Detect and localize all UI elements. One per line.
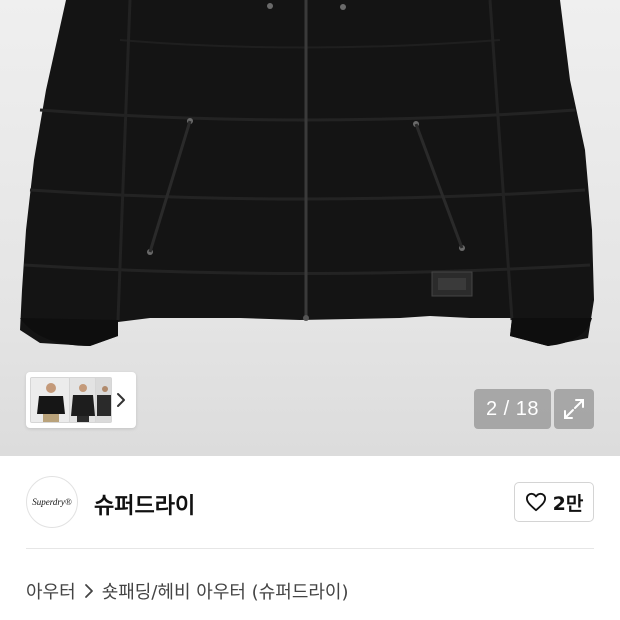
brand-name[interactable]: 슈퍼드라이 xyxy=(94,488,195,520)
brand-row: Superdry® 슈퍼드라이 2만 xyxy=(26,476,594,528)
breadcrumb-item-short-padding[interactable]: 숏패딩/헤비 아우터 (슈퍼드라이) xyxy=(102,578,349,604)
thumbnail-strip[interactable] xyxy=(26,372,136,428)
expand-icon xyxy=(564,399,584,419)
thumbnail-2[interactable] xyxy=(68,377,96,423)
chevron-right-icon[interactable] xyxy=(112,390,130,410)
chevron-right-icon xyxy=(84,583,94,599)
thumbnail-1[interactable] xyxy=(30,377,70,423)
brand-logo-text: Superdry® xyxy=(32,497,72,507)
breadcrumb-item-outerwear[interactable]: 아우터 xyxy=(26,578,76,604)
like-button[interactable]: 2만 xyxy=(514,482,594,522)
expand-button[interactable] xyxy=(554,389,594,429)
brand-logo[interactable]: Superdry® xyxy=(26,476,78,528)
product-image-gallery[interactable]: 2 / 18 xyxy=(0,0,620,456)
heart-outline-icon xyxy=(525,492,546,512)
breadcrumb: 아우터 숏패딩/헤비 아우터 (슈퍼드라이) xyxy=(26,578,349,604)
image-counter-text: 2 / 18 xyxy=(485,397,540,420)
image-counter: 2 / 18 xyxy=(474,389,551,429)
divider xyxy=(26,548,594,549)
like-count: 2만 xyxy=(552,492,584,515)
